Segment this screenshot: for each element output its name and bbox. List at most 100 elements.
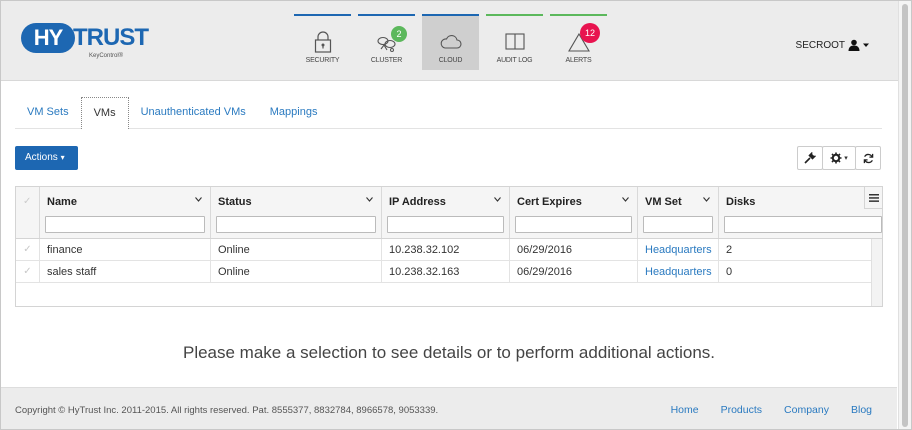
cell-ip: 10.238.32.163 [382,261,510,283]
grid-scrollbar[interactable] [871,239,882,306]
cell-cert: 06/29/2016 [510,239,638,261]
column-name[interactable]: Name [40,187,211,238]
chevron-down-icon[interactable] [195,197,202,202]
column-menu-button[interactable] [864,187,882,209]
cell-disks: 0 [726,266,733,278]
nav-cluster[interactable]: 2 CLUSTER [358,14,415,70]
logo-trust: TRUST [73,24,149,51]
column-title: Disks [726,196,756,208]
chevron-down-icon[interactable] [366,197,373,202]
username: SECROOT [795,39,845,51]
wrench-button[interactable] [797,146,823,170]
tab-vms[interactable]: VMs [80,97,129,129]
vms-grid: ✓ Name Status IP Address Cert Expires VM… [15,186,883,307]
cell-ip: 10.238.32.102 [382,239,510,261]
nav-label: ALERTS [565,57,592,64]
grid-header: ✓ Name Status IP Address Cert Expires VM… [16,187,882,239]
page-scrollbar-thumb[interactable] [902,4,908,427]
nav-indicator-bar [358,14,415,16]
cell-cert: 06/29/2016 [510,261,638,283]
cell-status: Online [211,239,382,261]
user-icon [848,39,860,51]
hytrust-logo[interactable]: HY TRUST KeyControl® [21,23,149,67]
caret-down-icon: ▾ [844,155,848,162]
page-scrollbar[interactable] [898,1,911,429]
footer-link-products[interactable]: Products [721,404,762,416]
book-icon [504,33,525,50]
cell-name: finance [40,239,211,261]
filter-input-name[interactable] [45,216,205,233]
main-nav: SECURITY 2 CLUSTER CLOUD AUDIT LOG 12 AL… [294,14,607,70]
filter-input-cert[interactable] [515,216,632,233]
wrench-icon [804,152,816,164]
nav-indicator-bar [294,14,351,16]
cell-disks: 2 [726,244,733,256]
nav-label: SECURITY [305,57,340,64]
actions-button[interactable]: Actions ▾ [15,146,78,170]
column-disks[interactable]: Disks [719,187,882,238]
column-title: Status [218,196,252,208]
grid-tools: ▾ [797,146,881,170]
logo-hy: HY [21,23,75,53]
column-title: VM Set [645,196,682,208]
cell-status: Online [211,261,382,283]
nav-label: CLUSTER [370,57,403,64]
column-title: Name [47,196,77,208]
logo-subtitle: KeyControl® [89,53,124,59]
chevron-down-icon[interactable] [703,197,710,202]
cell-name: sales staff [40,261,211,283]
cell-vmset-link[interactable]: Headquarters [638,261,719,283]
nav-label: CLOUD [438,57,463,64]
column-vm-set[interactable]: VM Set [638,187,719,238]
nav-audit-log[interactable]: AUDIT LOG [486,14,543,70]
refresh-button[interactable] [855,146,881,170]
nav-cloud[interactable]: CLOUD [422,14,479,70]
caret-down-icon: ▾ [60,153,65,162]
footer-link-blog[interactable]: Blog [851,404,872,416]
app-window: HY TRUST KeyControl® SECURITY 2 CLUSTER … [0,0,912,430]
column-ip-address[interactable]: IP Address [382,187,510,238]
footer-link-company[interactable]: Company [784,404,829,416]
nav-indicator-bar [486,14,543,16]
select-all-column[interactable]: ✓ [16,187,40,238]
column-status[interactable]: Status [211,187,382,238]
row-checkbox[interactable]: ✓ [16,261,40,283]
filter-input-ip[interactable] [387,216,504,233]
settings-button[interactable]: ▾ [822,146,856,170]
cell-vmset-link[interactable]: Headquarters [638,239,719,261]
tab-unauthenticated-vms[interactable]: Unauthenticated VMs [129,97,258,128]
footer: Copyright © HyTrust Inc. 2011-2015. All … [1,387,897,429]
row-checkbox[interactable]: ✓ [16,239,40,261]
copyright-text: Copyright © HyTrust Inc. 2011-2015. All … [15,405,439,416]
actions-label: Actions [25,152,58,163]
nav-indicator-bar [550,14,607,16]
gear-icon [830,152,842,164]
nav-alerts[interactable]: 12 ALERTS [550,14,607,70]
nav-label: AUDIT LOG [496,57,533,64]
alerts-badge: 12 [580,23,600,43]
table-row[interactable]: ✓ finance Online 10.238.32.102 06/29/201… [16,239,871,261]
selection-hint: Please make a selection to see details o… [182,343,715,362]
table-row[interactable]: ✓ sales staff Online 10.238.32.163 06/29… [16,261,871,283]
filter-input-vmset[interactable] [643,216,713,233]
column-title: IP Address [389,196,446,208]
tab-mappings[interactable]: Mappings [258,97,330,128]
lock-icon [314,31,331,53]
column-cert-expires[interactable]: Cert Expires [510,187,638,238]
chevron-down-icon[interactable] [622,197,629,202]
filter-input-status[interactable] [216,216,376,233]
footer-link-home[interactable]: Home [671,404,699,416]
chevron-down-icon[interactable] [494,197,501,202]
tab-vm-sets[interactable]: VM Sets [15,97,81,128]
caret-down-icon [863,43,869,47]
top-header: HY TRUST KeyControl® SECURITY 2 CLUSTER … [1,1,911,81]
user-menu[interactable]: SECROOT [796,39,869,51]
cloud-icon [440,35,462,49]
cluster-badge: 2 [391,26,407,42]
refresh-icon [863,153,873,163]
filter-input-disks[interactable] [724,216,882,233]
checkmark-icon: ✓ [23,196,32,207]
column-title: Cert Expires [517,196,582,208]
footer-links: Home Products Company Blog [671,404,872,416]
nav-security[interactable]: SECURITY [294,14,351,70]
